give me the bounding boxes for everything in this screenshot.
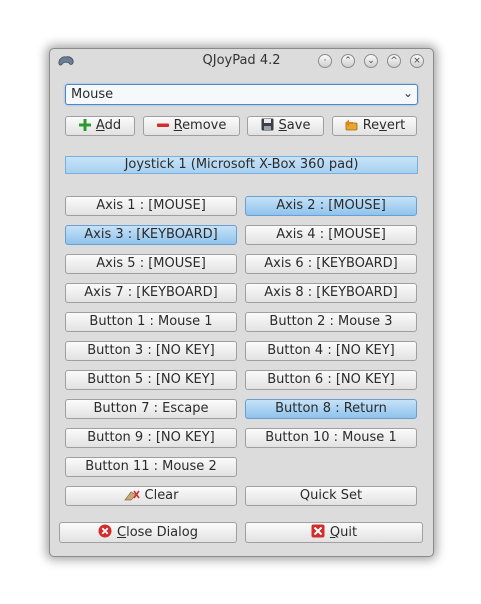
axis-mapping-5[interactable]: Axis 5 : [MOUSE]: [65, 254, 237, 274]
close-circle-icon: [98, 524, 112, 538]
button-mapping-7[interactable]: Button 7 : Escape: [65, 399, 237, 419]
quit-button[interactable]: Quit: [245, 522, 423, 543]
button-mapping-4[interactable]: Button 4 : [NO KEY]: [245, 341, 417, 361]
floppy-icon: [261, 118, 274, 131]
button-mapping-9[interactable]: Button 9 : [NO KEY]: [65, 428, 237, 448]
joystick-tab[interactable]: Joystick 1 (Microsoft X-Box 360 pad): [65, 156, 418, 174]
axis-mapping-6[interactable]: Axis 6 : [KEYBOARD]: [245, 254, 417, 274]
button-mapping-10[interactable]: Button 10 : Mouse 1: [245, 428, 417, 448]
button-mapping-5[interactable]: Button 5 : [NO KEY]: [65, 370, 237, 390]
button-mapping-1[interactable]: Button 1 : Mouse 1: [65, 312, 237, 332]
save-button[interactable]: Save: [247, 116, 324, 136]
plus-icon: [78, 119, 91, 131]
minimize-button[interactable]: ⌄: [364, 54, 378, 68]
qjoypad-window: QJoyPad 4.2 · ⌃ ⌄ ^ × Mouse ⌄ Add Remove…: [49, 48, 434, 557]
axis-mapping-3[interactable]: Axis 3 : [KEYBOARD]: [65, 225, 237, 245]
button-mapping-11[interactable]: Button 11 : Mouse 2: [65, 457, 237, 477]
close-dialog-button[interactable]: Close Dialog: [59, 522, 237, 543]
add-button[interactable]: Add: [65, 116, 135, 136]
button-mapping-8[interactable]: Button 8 : Return: [245, 399, 417, 419]
quick-set-button[interactable]: Quick Set: [245, 486, 417, 506]
keep-above-button[interactable]: ⌃: [341, 54, 355, 68]
profile-select[interactable]: Mouse ⌄: [65, 84, 418, 105]
axis-mapping-2[interactable]: Axis 2 : [MOUSE]: [245, 196, 417, 216]
eraser-icon: [123, 490, 140, 501]
revert-button[interactable]: Revert: [332, 116, 417, 136]
maximize-button[interactable]: ^: [387, 54, 401, 68]
remove-button[interactable]: Remove: [143, 116, 240, 136]
minus-icon: [156, 123, 169, 127]
close-window-button[interactable]: ×: [410, 54, 424, 68]
chevron-down-icon: ⌄: [402, 86, 413, 100]
quit-icon: [311, 524, 325, 538]
pin-window-button[interactable]: ·: [318, 54, 332, 68]
axis-mapping-1[interactable]: Axis 1 : [MOUSE]: [65, 196, 237, 216]
button-mapping-3[interactable]: Button 3 : [NO KEY]: [65, 341, 237, 361]
axis-mapping-8[interactable]: Axis 8 : [KEYBOARD]: [245, 283, 417, 303]
title-bar[interactable]: QJoyPad 4.2 · ⌃ ⌄ ^ ×: [50, 49, 433, 73]
axis-mapping-7[interactable]: Axis 7 : [KEYBOARD]: [65, 283, 237, 303]
button-mapping-2[interactable]: Button 2 : Mouse 3: [245, 312, 417, 332]
revert-icon: [344, 119, 358, 131]
profile-select-value: Mouse: [71, 87, 114, 102]
button-mapping-6[interactable]: Button 6 : [NO KEY]: [245, 370, 417, 390]
clear-button[interactable]: Clear: [65, 486, 237, 506]
axis-mapping-4[interactable]: Axis 4 : [MOUSE]: [245, 225, 417, 245]
